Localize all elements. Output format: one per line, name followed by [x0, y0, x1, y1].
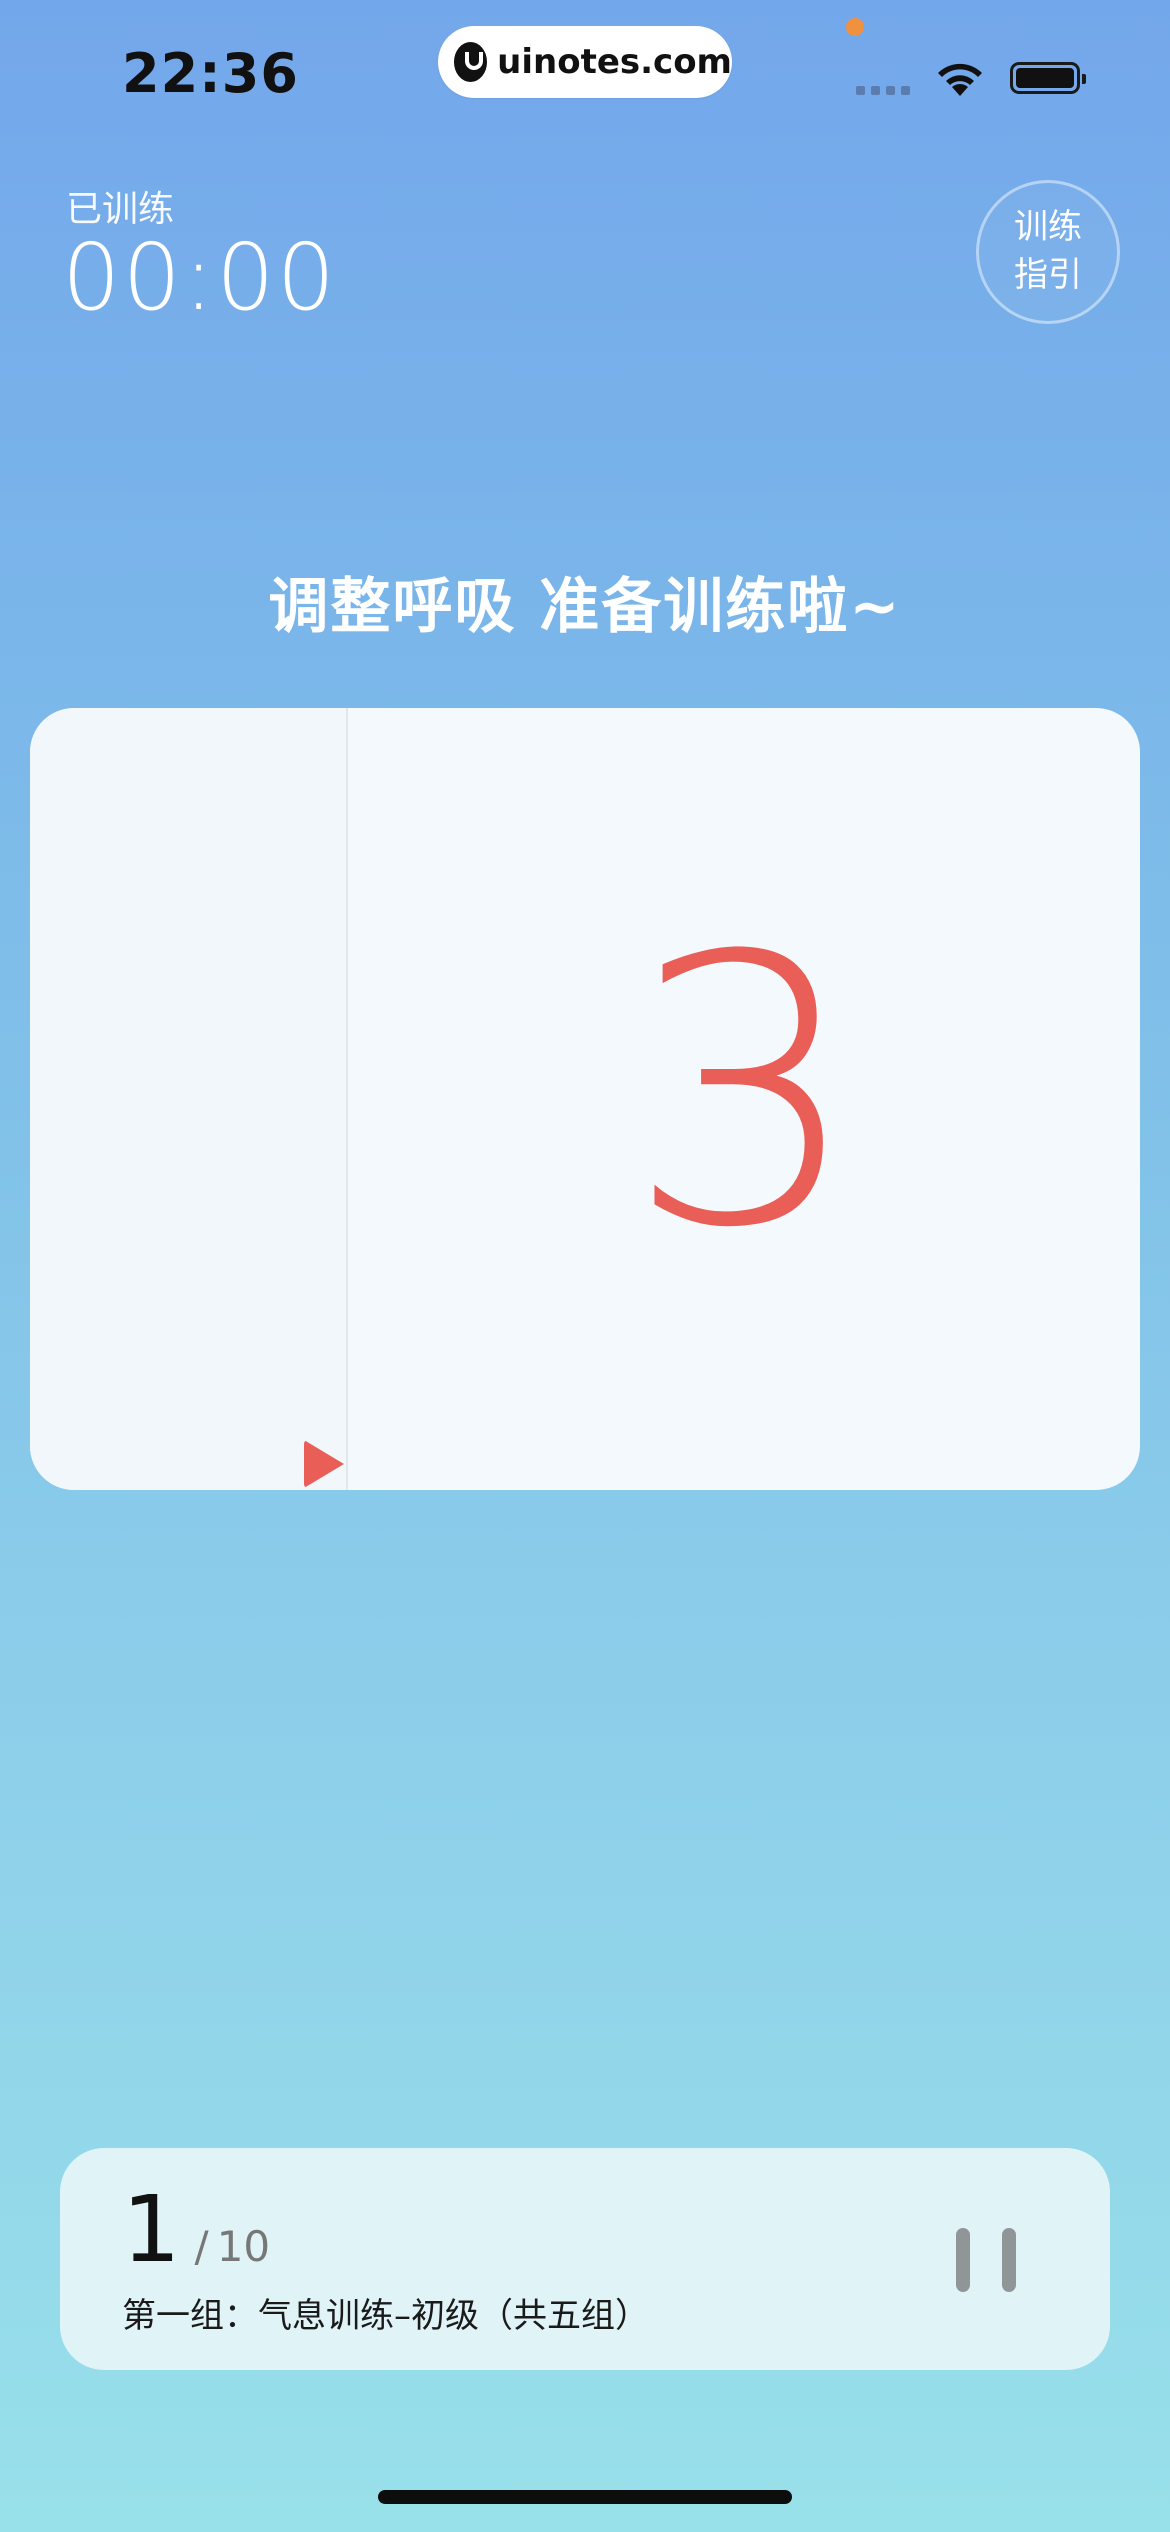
status-bar: 22:36 uinotes.com [0, 0, 1170, 150]
group-progress-panel: 1 / 10 第一组：气息训练–初级（共五组） [60, 2148, 1110, 2370]
pause-bar-right [1002, 2228, 1016, 2292]
countdown-card: 3 [30, 708, 1140, 1490]
progress-track-panel [30, 708, 346, 1490]
recording-indicator-icon [846, 18, 864, 36]
battery-icon [1010, 62, 1086, 94]
pause-bar-left [956, 2228, 970, 2292]
countdown-number: 3 [626, 879, 862, 1309]
set-counter: 1 / 10 [122, 2184, 270, 2276]
guide-label-line1: 训练 [1014, 207, 1082, 248]
breathing-prompt: 调整呼吸 准备训练啦~ [268, 572, 902, 642]
pause-button[interactable] [956, 2228, 1016, 2292]
group-description: 第一组：气息训练–初级（共五组） [122, 2296, 649, 2336]
total-sets: 10 [216, 2222, 271, 2271]
uinotes-logo-icon [454, 42, 488, 82]
url-text: uinotes.com [497, 42, 732, 82]
guide-label-line2: 指引 [1014, 255, 1082, 295]
signal-icon [856, 86, 910, 95]
home-indicator[interactable] [378, 2490, 792, 2504]
set-separator: / [194, 2222, 209, 2271]
current-set: 1 [122, 2176, 181, 2283]
status-time: 22:36 [122, 42, 299, 105]
wifi-icon [938, 63, 982, 96]
url-badge: uinotes.com [438, 26, 732, 98]
play-marker-icon [304, 1440, 344, 1488]
elapsed-timer: 00:00 [62, 224, 338, 331]
training-guide-button[interactable]: 训练 指引 [976, 180, 1120, 324]
